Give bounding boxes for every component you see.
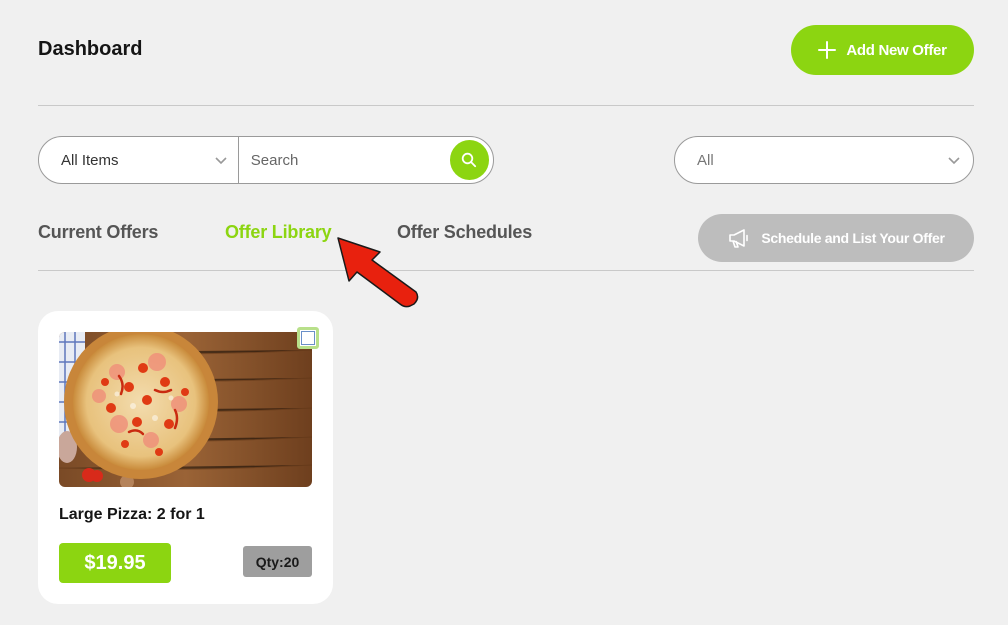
search-bar: All Items	[38, 136, 494, 184]
add-new-offer-button[interactable]: Add New Offer	[791, 25, 974, 75]
offer-quantity: Qty:20	[243, 546, 312, 577]
schedule-offer-button[interactable]: Schedule and List Your Offer	[698, 214, 974, 262]
status-filter-select[interactable]: All	[674, 136, 974, 184]
header-divider	[38, 105, 974, 106]
tab-offer-library[interactable]: Offer Library	[225, 222, 332, 243]
offer-select-checkbox[interactable]	[297, 327, 319, 349]
offer-card[interactable]: Large Pizza: 2 for 1 $19.95 Qty:20	[38, 311, 333, 604]
page-title: Dashboard	[38, 38, 143, 60]
schedule-offer-label: Schedule and List Your Offer	[761, 230, 945, 246]
offer-price: $19.95	[59, 543, 171, 583]
tab-current-offers[interactable]: Current Offers	[38, 222, 158, 243]
annotation-arrow-icon	[337, 237, 419, 308]
plus-icon	[818, 41, 837, 59]
megaphone-icon	[727, 227, 751, 249]
tabs-divider	[38, 270, 974, 271]
chevron-down-icon	[214, 153, 228, 167]
search-icon	[461, 152, 477, 168]
chevron-down-icon	[947, 153, 961, 167]
search-button[interactable]	[449, 140, 489, 180]
item-category-select-value: All Items	[61, 151, 119, 169]
status-filter-value: All	[697, 151, 714, 169]
pizza-image	[59, 332, 312, 487]
search-input[interactable]	[238, 137, 450, 183]
add-new-offer-label: Add New Offer	[846, 41, 947, 59]
item-category-select[interactable]: All Items	[39, 137, 239, 183]
offer-title: Large Pizza: 2 for 1	[59, 506, 205, 523]
